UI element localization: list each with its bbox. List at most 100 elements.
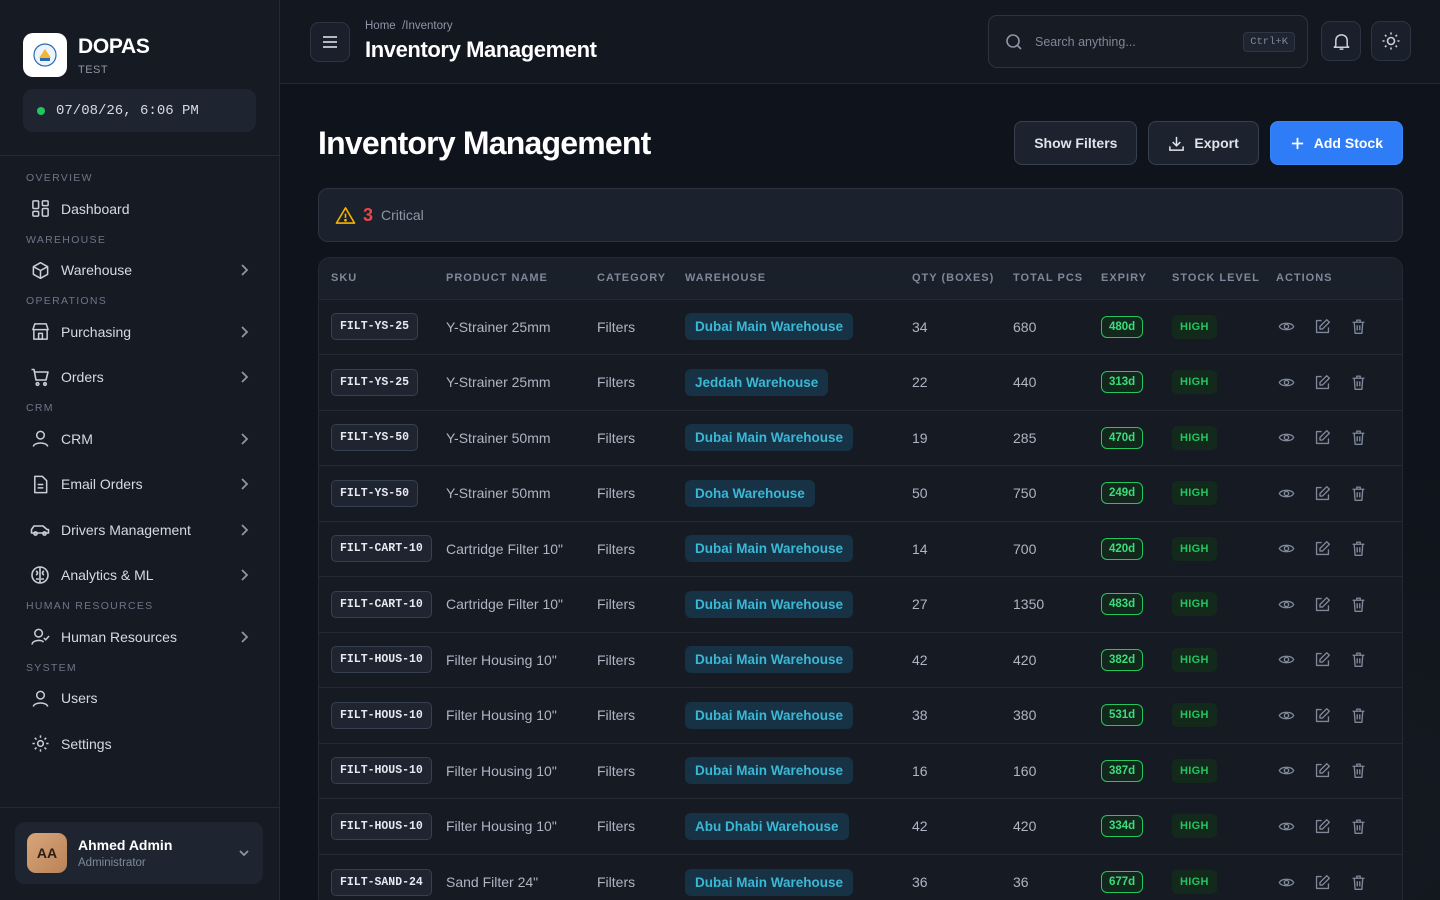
notifications-button[interactable] [1321, 21, 1361, 61]
view-icon[interactable] [1276, 761, 1296, 781]
sidebar-item-users[interactable]: Users [0, 676, 279, 722]
trash-icon[interactable] [1348, 317, 1368, 337]
search-input[interactable] [1035, 34, 1244, 49]
trash-icon[interactable] [1348, 428, 1368, 448]
trash-icon[interactable] [1348, 705, 1368, 725]
export-button[interactable]: Export [1148, 121, 1259, 165]
table-row[interactable]: FILT-CART-10 Cartridge Filter 10" Filter… [319, 576, 1402, 632]
expiry-badge: 420d [1101, 537, 1144, 560]
warehouse-tag[interactable]: Dubai Main Warehouse [685, 313, 854, 341]
view-icon[interactable] [1276, 539, 1296, 559]
edit-icon[interactable] [1312, 872, 1332, 892]
trash-icon[interactable] [1348, 483, 1368, 503]
sidebar-item-human-resources[interactable]: Human Resources [0, 614, 279, 660]
warehouse-tag[interactable]: Dubai Main Warehouse [685, 646, 854, 674]
view-icon[interactable] [1276, 428, 1296, 448]
trash-icon[interactable] [1348, 650, 1368, 670]
trash-icon[interactable] [1348, 872, 1368, 892]
sidebar-item-settings[interactable]: Settings [0, 721, 279, 767]
status-dot [37, 106, 45, 115]
sidebar-item-crm[interactable]: CRM [0, 416, 279, 462]
column-header-stock-level[interactable]: STOCK LEVEL [1172, 258, 1276, 299]
view-icon[interactable] [1276, 650, 1296, 670]
chevron-right-icon [241, 631, 249, 643]
qty-boxes: 50 [912, 465, 1013, 521]
warehouse-tag[interactable]: Dubai Main Warehouse [685, 701, 854, 729]
edit-icon[interactable] [1312, 428, 1332, 448]
column-header-total-pcs[interactable]: TOTAL PCS [1013, 258, 1101, 299]
table-row[interactable]: FILT-YS-25 Y-Strainer 25mm Filters Dubai… [319, 298, 1402, 355]
sidebar-item-orders[interactable]: Orders [0, 355, 279, 401]
edit-icon[interactable] [1312, 594, 1332, 614]
trash-icon[interactable] [1348, 816, 1368, 836]
sidebar-item-drivers[interactable]: Drivers Management [0, 507, 279, 553]
expiry-badge: 387d [1101, 759, 1144, 782]
sidebar-item-purchasing[interactable]: Purchasing [0, 309, 279, 355]
warehouse-tag[interactable]: Jeddah Warehouse [685, 368, 829, 396]
sidebar-item-warehouse[interactable]: Warehouse [0, 248, 279, 294]
warehouse-tag[interactable]: Dubai Main Warehouse [685, 424, 854, 452]
edit-icon[interactable] [1312, 705, 1332, 725]
warehouse-tag[interactable]: Dubai Main Warehouse [685, 535, 854, 563]
divider [0, 155, 279, 156]
menu-toggle-button[interactable] [310, 21, 350, 62]
table-row[interactable]: FILT-HOUS-10 Filter Housing 10" Filters … [319, 687, 1402, 743]
trash-icon[interactable] [1348, 539, 1368, 559]
edit-icon[interactable] [1312, 816, 1332, 836]
table-row[interactable]: FILT-HOUS-10 Filter Housing 10" Filters … [319, 742, 1402, 799]
view-icon[interactable] [1276, 594, 1296, 614]
product-name: Filter Housing 10" [446, 742, 597, 799]
theme-toggle-button[interactable] [1371, 21, 1411, 61]
column-header-expiry[interactable]: EXPIRY [1101, 258, 1172, 299]
edit-icon[interactable] [1312, 372, 1332, 392]
sidebar-item-email-orders[interactable]: Email Orders [0, 462, 279, 508]
table-row[interactable]: FILT-YS-50 Y-Strainer 50mm Filters Dubai… [319, 409, 1402, 466]
add-stock-button[interactable]: Add Stock [1269, 121, 1403, 165]
critical-alert-banner[interactable]: 3 Critical [318, 188, 1403, 242]
view-icon[interactable] [1276, 372, 1296, 392]
qty-boxes: 36 [912, 853, 1013, 900]
sidebar-item-analytics[interactable]: Analytics & ML [0, 553, 279, 599]
table-row[interactable]: FILT-YS-25 Y-Strainer 25mm Filters Jedda… [319, 354, 1402, 410]
table-row[interactable]: FILT-CART-10 Cartridge Filter 10" Filter… [319, 520, 1402, 577]
column-header-sku[interactable]: SKU [319, 258, 446, 299]
warehouse-tag[interactable]: Dubai Main Warehouse [685, 590, 854, 618]
table-header-row: SKU PRODUCT NAME CATEGORY WAREHOUSE QTY … [319, 258, 1402, 299]
view-icon[interactable] [1276, 705, 1296, 725]
table-row[interactable]: FILT-SAND-24 Sand Filter 24" Filters Dub… [319, 853, 1402, 900]
edit-icon[interactable] [1312, 539, 1332, 559]
trash-icon[interactable] [1348, 761, 1368, 781]
warehouse-tag[interactable]: Dubai Main Warehouse [685, 868, 854, 896]
show-filters-button[interactable]: Show Filters [1014, 121, 1138, 165]
user-menu[interactable]: AA Ahmed Admin Administrator [15, 822, 263, 884]
edit-icon[interactable] [1312, 317, 1332, 337]
edit-icon[interactable] [1312, 483, 1332, 503]
edit-icon[interactable] [1312, 761, 1332, 781]
view-icon[interactable] [1276, 816, 1296, 836]
column-header-warehouse[interactable]: WAREHOUSE [685, 258, 912, 299]
trash-icon[interactable] [1348, 372, 1368, 392]
qty-boxes: 42 [912, 631, 1013, 688]
table-row[interactable]: FILT-YS-50 Y-Strainer 50mm Filters Doha … [319, 465, 1402, 521]
view-icon[interactable] [1276, 483, 1296, 503]
search-box: Ctrl+K [988, 15, 1308, 68]
trash-icon[interactable] [1348, 594, 1368, 614]
sidebar-item-label: Settings [61, 735, 112, 752]
edit-icon[interactable] [1312, 650, 1332, 670]
warehouse-tag[interactable]: Doha Warehouse [685, 479, 815, 507]
column-header-qty[interactable]: QTY (BOXES) [912, 258, 1013, 299]
warehouse-tag[interactable]: Dubai Main Warehouse [685, 757, 854, 785]
table-row[interactable]: FILT-HOUS-10 Filter Housing 10" Filters … [319, 631, 1402, 688]
view-icon[interactable] [1276, 317, 1296, 337]
total-pcs: 700 [1013, 520, 1101, 577]
warehouse-tag[interactable]: Abu Dhabi Warehouse [685, 812, 849, 840]
sidebar-item-dashboard[interactable]: Dashboard [0, 186, 279, 232]
company-logo[interactable] [23, 33, 67, 77]
column-header-category[interactable]: CATEGORY [597, 258, 685, 299]
total-pcs: 420 [1013, 631, 1101, 688]
table-row[interactable]: FILT-HOUS-10 Filter Housing 10" Filters … [319, 798, 1402, 854]
product-name: Y-Strainer 25mm [446, 298, 597, 355]
view-icon[interactable] [1276, 872, 1296, 892]
column-header-product[interactable]: PRODUCT NAME [446, 258, 597, 299]
qty-boxes: 22 [912, 354, 1013, 410]
